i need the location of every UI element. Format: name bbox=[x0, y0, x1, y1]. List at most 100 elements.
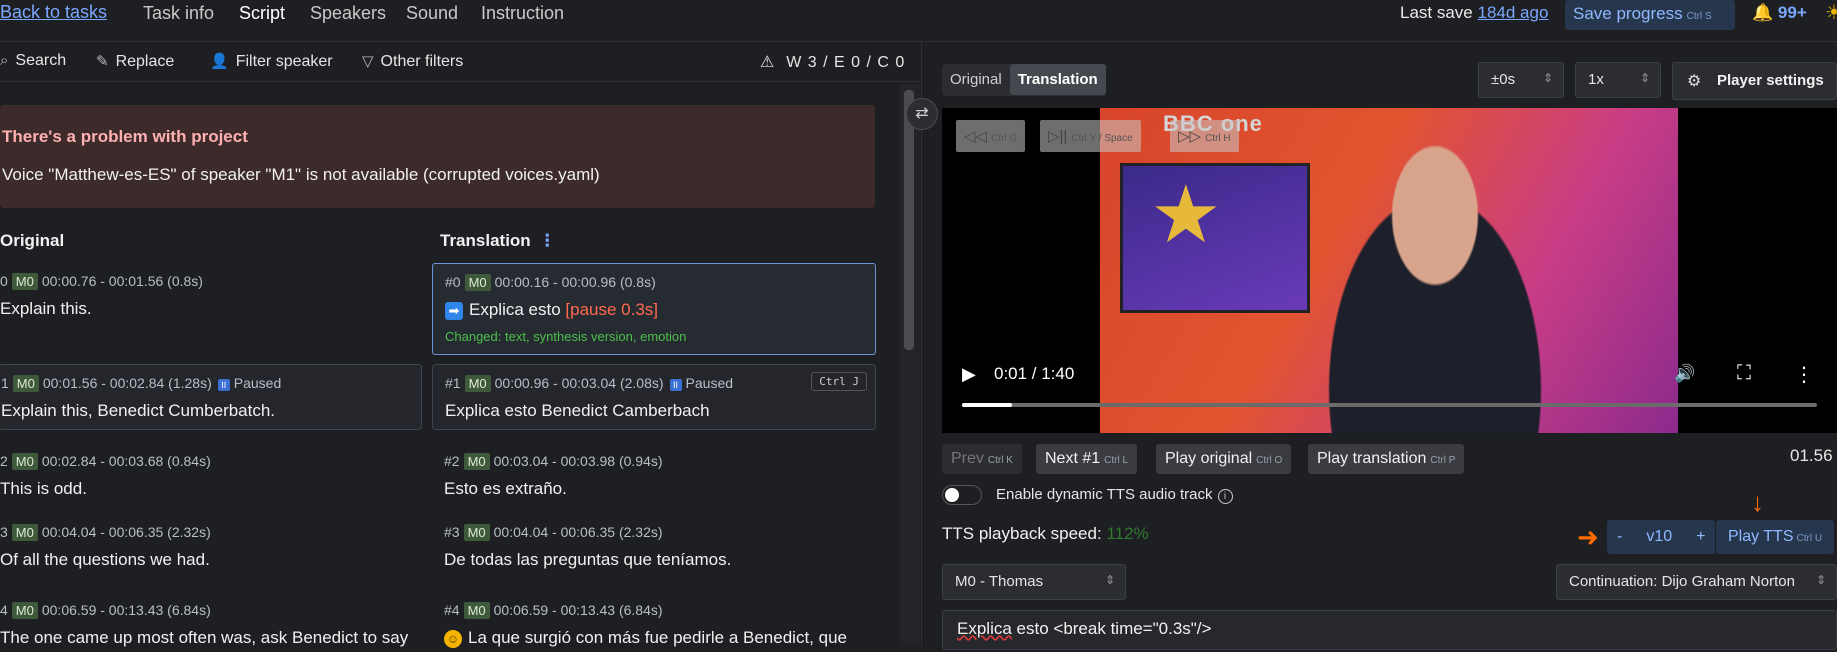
video-time: 0:01 / 1:40 bbox=[994, 364, 1075, 383]
video-frame: ★ bbox=[1100, 108, 1678, 433]
original-text: Explain this. bbox=[0, 299, 92, 318]
speaker-badge: M0 bbox=[463, 602, 490, 619]
tab-sound[interactable]: Sound bbox=[406, 3, 458, 24]
translation-segment[interactable]: #3 M0 00:04.04 - 00:06.35 (2.32s) De todas… bbox=[432, 514, 876, 580]
tab-script[interactable]: Script bbox=[239, 3, 285, 24]
speaker-badge: M0 bbox=[12, 375, 39, 392]
swap-panels-button[interactable]: ⇄ bbox=[906, 98, 938, 130]
tab-instruction[interactable]: Instruction bbox=[481, 3, 564, 24]
panel-separator bbox=[921, 42, 922, 647]
replace-button[interactable]: ✎ Replace bbox=[96, 52, 174, 71]
translation-text: Explica esto Benedict Camberbach bbox=[445, 401, 710, 420]
top-bar: Back to tasks Task info Script Speakers … bbox=[0, 0, 1837, 42]
original-segment[interactable]: 3 M0 00:04.04 - 00:06.35 (2.32s) Of all th… bbox=[0, 514, 420, 580]
video-player[interactable]: ★ BBC one ◁◁Ctrl G ▷||Ctrl Y / Space ▷▷C… bbox=[942, 108, 1837, 433]
version-minus-button[interactable]: - bbox=[1607, 520, 1632, 554]
dynamic-tts-label: Enable dynamic TTS audio track i bbox=[996, 486, 1233, 504]
rewind-icon: ◁◁ bbox=[964, 128, 988, 145]
chevron-updown-icon: ⇕ bbox=[1542, 71, 1553, 85]
prev-segment-video-button[interactable]: ◁◁ Ctrl G bbox=[956, 120, 1026, 152]
ssml-editor[interactable]: Explica esto <break time="0.3s"/> bbox=[942, 610, 1837, 650]
translation-segment[interactable]: #1 M0 00:00.96 - 00:03.04 (2.08s) II Paused … bbox=[432, 364, 876, 430]
last-save-link[interactable]: 184d ago bbox=[1478, 3, 1549, 22]
theme-toggle-icon[interactable]: ☀ bbox=[1825, 0, 1837, 25]
play-icon[interactable]: ▶ bbox=[962, 364, 976, 385]
original-segment[interactable]: 0 M0 00:00.76 - 00:01.56 (0.8s) Explain th… bbox=[0, 263, 420, 353]
translation-segment[interactable]: #2 M0 00:03.04 - 00:03.98 (0.94s) Esto es … bbox=[432, 443, 876, 509]
voice-select[interactable]: M0 - Thomas ⇕ bbox=[942, 564, 1126, 600]
original-segment[interactable]: 2 M0 00:02.84 - 00:03.68 (0.84s) This is o… bbox=[0, 443, 420, 509]
rate-select[interactable]: 1x ⇕ bbox=[1575, 62, 1661, 98]
tts-speed: TTS playback speed: 112% bbox=[942, 524, 1149, 543]
translation-segment[interactable]: #4 M0 00:06.59 - 00:13.43 (6.84s) ☺ La que … bbox=[432, 592, 876, 652]
translation-text: La que surgió con más fue pedirle a Bene… bbox=[468, 628, 847, 647]
original-segment[interactable]: 1 M0 00:01.56 - 00:02.84 (1.28s) II Paused E… bbox=[0, 364, 422, 430]
search-button[interactable]: ⌕ Search bbox=[0, 52, 66, 70]
play-tts-button[interactable]: Play TTS Ctrl U bbox=[1716, 520, 1835, 554]
translation-column-header: Translation ⋮ bbox=[440, 231, 556, 250]
translation-segment-selected[interactable]: #0 M0 00:00.16 - 00:00.96 (0.8s) ➡ Explica … bbox=[432, 263, 876, 355]
translation-text: De todas las preguntas que teníamos. bbox=[444, 550, 732, 569]
original-text: This is odd. bbox=[0, 479, 87, 498]
video-progress-bar[interactable] bbox=[962, 403, 1817, 407]
user-icon: 👤 bbox=[210, 53, 229, 70]
swap-icon: ⇄ bbox=[915, 105, 929, 122]
dynamic-tts-toggle[interactable] bbox=[942, 485, 982, 505]
tab-speakers[interactable]: Speakers bbox=[310, 3, 386, 24]
original-segment[interactable]: 4 M0 00:06.59 - 00:13.43 (6.84s) The one c… bbox=[0, 592, 420, 652]
offset-select[interactable]: ±0s ⇕ bbox=[1478, 62, 1564, 98]
original-text: The one came up most often was, ask Bene… bbox=[0, 628, 409, 647]
tab-task-info[interactable]: Task info bbox=[143, 3, 214, 24]
continuation-select[interactable]: Continuation: Dijo Graham Norton ⇕ bbox=[1556, 564, 1837, 600]
view-original-button[interactable]: Original bbox=[942, 64, 1010, 95]
save-progress-button[interactable]: Save progress Ctrl S bbox=[1565, 0, 1735, 30]
fullscreen-icon[interactable]: ⛶ bbox=[1737, 362, 1751, 385]
bell-icon: 🔔 bbox=[1752, 3, 1774, 22]
play-pause-video-button[interactable]: ▷|| Ctrl Y / Space bbox=[1040, 120, 1141, 152]
show-logo-star: ★ bbox=[1150, 170, 1222, 259]
next-button[interactable]: Next #1 Ctrl L bbox=[1036, 444, 1138, 474]
view-translation-button[interactable]: Translation bbox=[1009, 64, 1106, 95]
speaker-badge: M0 bbox=[11, 524, 38, 541]
pencil-icon: ✎ bbox=[96, 53, 109, 70]
volume-icon[interactable]: 🔊 bbox=[1674, 364, 1695, 384]
annotation-arrow-right-icon: ➜ bbox=[1577, 522, 1599, 552]
original-text: Of all the questions we had. bbox=[0, 550, 210, 569]
spellcheck-word: Explica bbox=[957, 619, 1012, 638]
notifications-button[interactable]: 🔔 99+ bbox=[1752, 3, 1807, 23]
annotation-arrow-down-icon: ↓ bbox=[1751, 487, 1764, 517]
tts-version-stepper: - v10 + bbox=[1607, 520, 1716, 554]
gear-icon: ⚙ bbox=[1687, 73, 1702, 90]
other-filters-button[interactable]: ▽ Other filters bbox=[362, 52, 463, 71]
back-to-tasks-link[interactable]: Back to tasks bbox=[0, 2, 107, 23]
emotion-icon: ☺ bbox=[444, 630, 462, 648]
play-translation-button[interactable]: Play translation Ctrl P bbox=[1308, 444, 1465, 474]
translation-menu-icon[interactable]: ⋮ bbox=[539, 231, 556, 250]
version-plus-button[interactable]: + bbox=[1686, 520, 1715, 554]
translation-text: Explica esto bbox=[469, 300, 561, 319]
speaker-badge: M0 bbox=[11, 273, 38, 290]
speaker-badge: M0 bbox=[464, 274, 491, 291]
filter-speaker-button[interactable]: 👤 Filter speaker bbox=[210, 52, 333, 71]
chevron-updown-icon: ⇕ bbox=[1815, 573, 1826, 587]
info-icon[interactable]: i bbox=[1217, 489, 1233, 504]
prev-button[interactable]: Prev Ctrl K bbox=[942, 444, 1022, 474]
tts-speed-value: 112% bbox=[1106, 524, 1149, 543]
next-segment-video-button[interactable]: ▷▷ Ctrl H bbox=[1170, 120, 1239, 152]
original-text: Explain this, Benedict Cumberbatch. bbox=[1, 401, 276, 420]
segment-duration: 01.56 bbox=[1790, 446, 1833, 465]
more-options-icon[interactable]: ⋮ bbox=[1794, 362, 1814, 387]
error-title: There's a problem with project bbox=[2, 127, 248, 146]
fast-forward-icon: ▷▷ bbox=[1178, 128, 1202, 145]
speaker-badge: M0 bbox=[464, 375, 491, 392]
last-save-status: Last save 184d ago bbox=[1400, 3, 1549, 22]
player-settings-button[interactable]: ⚙ Player settings bbox=[1672, 62, 1837, 100]
pause-tag: [pause 0.3s] bbox=[565, 300, 659, 319]
play-original-button[interactable]: Play original Ctrl O bbox=[1156, 444, 1292, 474]
arrow-right-icon: ➡ bbox=[445, 302, 463, 320]
project-error-alert: There's a problem with project Voice "Ma… bbox=[0, 105, 875, 208]
script-scrollbar[interactable] bbox=[904, 90, 914, 350]
warning-icon: ⚠ bbox=[760, 54, 776, 71]
warnings-counter[interactable]: ⚠ W 3 / E 0 / C 0 bbox=[760, 52, 905, 72]
pause-icon: II bbox=[669, 379, 682, 391]
